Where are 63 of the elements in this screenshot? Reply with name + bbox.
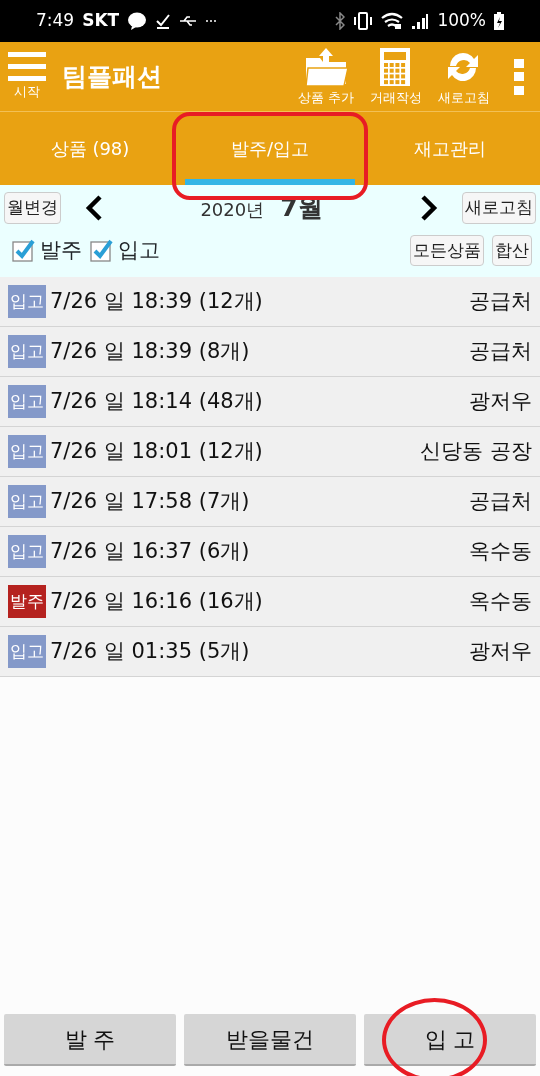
menu-icon: [8, 51, 46, 82]
list-row[interactable]: 입고 7/26 일 18:14 (48개) 광저우: [0, 377, 540, 427]
month-change-button[interactable]: 월변경: [4, 192, 61, 224]
type-tag: 입고: [8, 334, 46, 369]
app-title: 팀플패션: [62, 60, 163, 93]
row-date: 7/26 일 16:37 (6개): [50, 537, 251, 565]
status-time: 7:49: [36, 9, 75, 33]
type-tag: 입고: [8, 384, 46, 419]
previous-month-button[interactable]: [85, 193, 103, 222]
row-party: 옥수동: [469, 537, 532, 565]
refresh-button[interactable]: 새로고침: [462, 192, 536, 224]
row-date: 7/26 일 18:01 (12개): [50, 437, 264, 465]
row-date: 7/26 일 16:16 (16개): [50, 587, 264, 615]
type-tag: 발주: [8, 584, 46, 619]
row-date: 7/26 일 17:58 (7개): [50, 487, 251, 515]
more-icon: [205, 19, 218, 23]
type-tag: 입고: [8, 534, 46, 569]
row-party: 공급처: [469, 287, 532, 315]
row-party: 신당동 공장: [420, 437, 532, 465]
carrier-name: SKT: [82, 9, 120, 33]
bottom-button[interactable]: 발 주: [4, 1014, 176, 1066]
list-row[interactable]: 입고 7/26 일 18:01 (12개) 신당동 공장: [0, 427, 540, 477]
next-month-button[interactable]: [420, 193, 438, 222]
row-party: 공급처: [469, 487, 532, 515]
checkbox[interactable]: 발주: [12, 234, 82, 266]
checkbox-icon: [90, 238, 114, 263]
battery-icon: [494, 12, 504, 30]
vibrate-icon: [353, 12, 374, 30]
chevron-right-icon: [420, 193, 438, 222]
year-label: 2020년: [200, 198, 265, 222]
row-party: 광저우: [469, 637, 532, 665]
type-tag: 입고: [8, 634, 46, 669]
row-date: 7/26 일 01:35 (5개): [50, 637, 251, 665]
download-done-icon: [155, 12, 172, 30]
type-tag: 입고: [8, 434, 46, 469]
list-row[interactable]: 입고 7/26 일 01:35 (5개) 광저우: [0, 627, 540, 677]
chat-icon: [127, 11, 148, 31]
bluetooth-icon: [335, 12, 346, 30]
list-row[interactable]: 발주 7/26 일 16:16 (16개) 옥수동: [0, 577, 540, 627]
battery-level: 100%: [437, 9, 486, 33]
checkbox[interactable]: 입고: [90, 234, 160, 266]
bottom-button[interactable]: 받을물건: [184, 1014, 356, 1066]
row-date: 7/26 일 18:39 (8개): [50, 337, 251, 365]
chevron-left-icon: [85, 193, 103, 222]
row-date: 7/26 일 18:39 (12개): [50, 287, 264, 315]
signal-icon: [411, 12, 430, 30]
list-row[interactable]: 입고 7/26 일 18:39 (8개) 공급처: [0, 327, 540, 377]
wifi-icon: [381, 12, 404, 30]
type-tag: 입고: [8, 484, 46, 519]
bottom-button[interactable]: 입 고: [364, 1014, 536, 1066]
list-row[interactable]: 입고 7/26 일 17:58 (7개) 공급처: [0, 477, 540, 527]
row-date: 7/26 일 18:14 (48개): [50, 387, 264, 415]
list-row[interactable]: 입고 7/26 일 18:39 (12개) 공급처: [0, 277, 540, 327]
filter-button[interactable]: 모든상품: [410, 234, 484, 266]
filter-button[interactable]: 합산: [492, 234, 532, 266]
more-vertical-icon: [514, 58, 524, 95]
row-party: 공급처: [469, 337, 532, 365]
type-tag: 입고: [8, 284, 46, 319]
row-party: 광저우: [469, 387, 532, 415]
list-row[interactable]: 입고 7/26 일 16:37 (6개) 옥수동: [0, 527, 540, 577]
checkbox-icon: [12, 238, 36, 263]
row-party: 옥수동: [469, 587, 532, 615]
usb-icon: [179, 15, 198, 27]
